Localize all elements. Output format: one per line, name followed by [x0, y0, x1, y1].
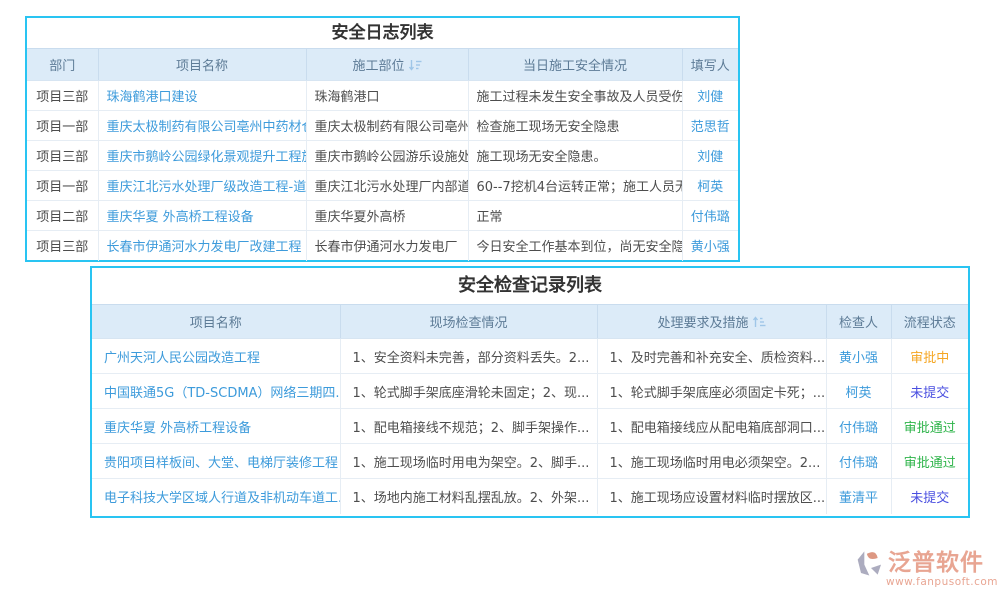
header-row: 部门 项目名称 施工部位 当日施工安全情况 填写人 — [27, 49, 738, 81]
situation-cell: 正常 — [468, 201, 682, 231]
project-link[interactable]: 重庆江北污水处理厂级改造工程-道路... — [98, 171, 306, 201]
inspector-link[interactable]: 付伟璐 — [826, 444, 891, 479]
project-link[interactable]: 重庆市鹅岭公园绿化景观提升工程施工 — [98, 141, 306, 171]
measure-cell: 1、轮式脚手架底座必须固定卡死；... — [597, 374, 826, 409]
safety-inspection-table-title: 安全检查记录列表 — [92, 268, 968, 304]
col-header-dept: 部门 — [27, 49, 98, 81]
col-header-writer: 填写人 — [682, 49, 738, 81]
dept-cell: 项目三部 — [27, 141, 98, 171]
measure-cell: 1、施工现场临时用电必须架空。2... — [597, 444, 826, 479]
situation-cell: 施工现场无安全隐患。 — [468, 141, 682, 171]
situation-cell: 检查施工现场无安全隐患 — [468, 111, 682, 141]
col-header-check: 现场检查情况 — [340, 305, 597, 339]
brand-name: 泛普软件 — [888, 550, 984, 576]
table-row: 项目三部 长春市伊通河水力发电厂改建工程 长春市伊通河水力发电厂 今日安全工作基… — [27, 231, 738, 261]
table-row: 贵阳项目样板间、大堂、电梯厅装修工程 1、施工现场临时用电为架空。2、脚手...… — [92, 444, 968, 479]
measure-cell: 1、施工现场应设置材料临时摆放区... — [597, 479, 826, 514]
dept-cell: 项目一部 — [27, 111, 98, 141]
project-link[interactable]: 中国联通5G（TD-SCDMA）网络三期四... — [92, 374, 340, 409]
inspector-link[interactable]: 董清平 — [826, 479, 891, 514]
check-cell: 1、施工现场临时用电为架空。2、脚手... — [340, 444, 597, 479]
inspector-link[interactable]: 柯英 — [826, 374, 891, 409]
writer-link[interactable]: 黄小强 — [682, 231, 738, 261]
safety-log-grid: 部门 项目名称 施工部位 当日施工安全情况 填写人 项目三部 珠海鹤港口建设 珠… — [27, 48, 738, 261]
status-badge: 审批通过 — [891, 409, 968, 444]
col-header-inspector: 检查人 — [826, 305, 891, 339]
project-link[interactable]: 贵阳项目样板间、大堂、电梯厅装修工程 — [92, 444, 340, 479]
project-link[interactable]: 重庆华夏 外高桥工程设备 — [92, 409, 340, 444]
project-link[interactable]: 重庆太极制药有限公司亳州中药材仓... — [98, 111, 306, 141]
check-cell: 1、安全资料未完善，部分资料丢失。2... — [340, 339, 597, 374]
check-cell: 1、配电箱接线不规范；2、脚手架操作... — [340, 409, 597, 444]
part-cell: 重庆市鹅岭公园游乐设施处 — [306, 141, 468, 171]
situation-cell: 60--7挖机4台运转正常；施工人员无违... — [468, 171, 682, 201]
inspector-link[interactable]: 黄小强 — [826, 339, 891, 374]
writer-link[interactable]: 范思哲 — [682, 111, 738, 141]
project-link[interactable]: 电子科技大学区域人行道及非机动车道工... — [92, 479, 340, 514]
project-link[interactable]: 珠海鹤港口建设 — [98, 81, 306, 111]
fanpu-logo-icon — [856, 548, 886, 578]
table-row: 项目二部 重庆华夏 外高桥工程设备 重庆华夏外高桥 正常 付伟璐 — [27, 201, 738, 231]
inspector-link[interactable]: 付伟璐 — [826, 409, 891, 444]
col-header-part[interactable]: 施工部位 — [306, 49, 468, 81]
writer-link[interactable]: 付伟璐 — [682, 201, 738, 231]
measure-cell: 1、配电箱接线应从配电箱底部洞口... — [597, 409, 826, 444]
table-row: 电子科技大学区域人行道及非机动车道工... 1、场地内施工材料乱摆乱放。2、外架… — [92, 479, 968, 514]
part-cell: 重庆太极制药有限公司亳州... — [306, 111, 468, 141]
col-header-situation: 当日施工安全情况 — [468, 49, 682, 81]
table-row: 中国联通5G（TD-SCDMA）网络三期四... 1、轮式脚手架底座滑轮未固定；… — [92, 374, 968, 409]
safety-log-table: 安全日志列表 部门 项目名称 施工部位 当日施工安全情况 填写人 项目三部 珠海… — [25, 16, 740, 262]
project-link[interactable]: 广州天河人民公园改造工程 — [92, 339, 340, 374]
dept-cell: 项目三部 — [27, 81, 98, 111]
situation-cell: 施工过程未发生安全事故及人员受伤情况 — [468, 81, 682, 111]
part-cell: 长春市伊通河水力发电厂 — [306, 231, 468, 261]
check-cell: 1、场地内施工材料乱摆乱放。2、外架... — [340, 479, 597, 514]
writer-link[interactable]: 刘健 — [682, 141, 738, 171]
writer-link[interactable]: 刘健 — [682, 81, 738, 111]
safety-inspection-table: 安全检查记录列表 项目名称 现场检查情况 处理要求及措施 检查人 流程状态 广州… — [90, 266, 970, 518]
dept-cell: 项目二部 — [27, 201, 98, 231]
col-header-project: 项目名称 — [92, 305, 340, 339]
part-cell: 重庆江北污水处理厂内部道路 — [306, 171, 468, 201]
dept-cell: 项目一部 — [27, 171, 98, 201]
measure-cell: 1、及时完善和补充安全、质检资料... — [597, 339, 826, 374]
status-badge: 未提交 — [891, 479, 968, 514]
header-row: 项目名称 现场检查情况 处理要求及措施 检查人 流程状态 — [92, 305, 968, 339]
situation-cell: 今日安全工作基本到位，尚无安全隐患... — [468, 231, 682, 261]
col-header-project: 项目名称 — [98, 49, 306, 81]
col-header-status: 流程状态 — [891, 305, 968, 339]
project-link[interactable]: 重庆华夏 外高桥工程设备 — [98, 201, 306, 231]
check-cell: 1、轮式脚手架底座滑轮未固定；2、现... — [340, 374, 597, 409]
sort-desc-icon[interactable] — [409, 59, 422, 71]
footer-brand: 泛普软件 www.fanpusoft.com — [856, 548, 991, 592]
dept-cell: 项目三部 — [27, 231, 98, 261]
col-header-measure[interactable]: 处理要求及措施 — [597, 305, 826, 339]
status-badge: 未提交 — [891, 374, 968, 409]
table-row: 项目三部 重庆市鹅岭公园绿化景观提升工程施工 重庆市鹅岭公园游乐设施处 施工现场… — [27, 141, 738, 171]
table-row: 项目三部 珠海鹤港口建设 珠海鹤港口 施工过程未发生安全事故及人员受伤情况 刘健 — [27, 81, 738, 111]
safety-inspection-grid: 项目名称 现场检查情况 处理要求及措施 检查人 流程状态 广州天河人民公园改造工… — [92, 304, 968, 514]
writer-link[interactable]: 柯英 — [682, 171, 738, 201]
table-row: 广州天河人民公园改造工程 1、安全资料未完善，部分资料丢失。2... 1、及时完… — [92, 339, 968, 374]
brand-url: www.fanpusoft.com — [856, 576, 991, 588]
part-cell: 珠海鹤港口 — [306, 81, 468, 111]
table-row: 重庆华夏 外高桥工程设备 1、配电箱接线不规范；2、脚手架操作... 1、配电箱… — [92, 409, 968, 444]
status-badge: 审批中 — [891, 339, 968, 374]
table-row: 项目一部 重庆江北污水处理厂级改造工程-道路... 重庆江北污水处理厂内部道路 … — [27, 171, 738, 201]
table-row: 项目一部 重庆太极制药有限公司亳州中药材仓... 重庆太极制药有限公司亳州...… — [27, 111, 738, 141]
status-badge: 审批通过 — [891, 444, 968, 479]
part-cell: 重庆华夏外高桥 — [306, 201, 468, 231]
project-link[interactable]: 长春市伊通河水力发电厂改建工程 — [98, 231, 306, 261]
sort-asc-icon[interactable] — [753, 316, 766, 328]
safety-log-table-title: 安全日志列表 — [27, 18, 738, 48]
